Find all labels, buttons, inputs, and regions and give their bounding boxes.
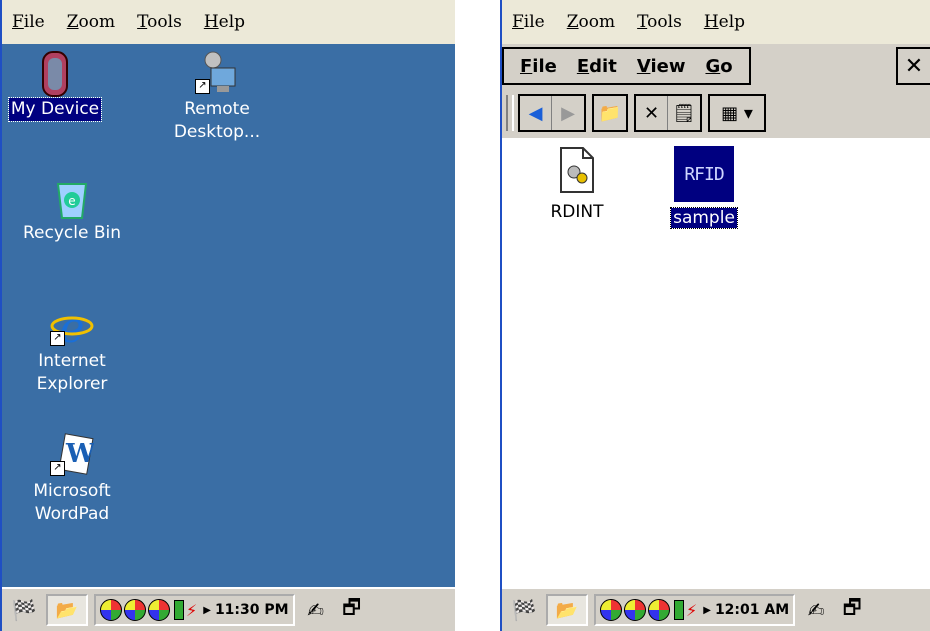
menu-go[interactable]: Go bbox=[705, 56, 732, 77]
system-tray: ⚡ ▶ 12:01 AM bbox=[594, 594, 796, 626]
desktop-icon-label: Microsoft WordPad bbox=[33, 481, 111, 524]
start-button[interactable]: 🏁 bbox=[6, 594, 42, 626]
input-panel-icon[interactable]: ✍ bbox=[801, 595, 831, 625]
tray-status-icon[interactable] bbox=[100, 599, 122, 621]
desktop-icon-internet-explorer[interactable]: e ↗ Internet Explorer bbox=[7, 302, 137, 396]
delete-button[interactable]: ✕ bbox=[636, 96, 668, 130]
folder-icon: 📂 bbox=[55, 599, 79, 621]
task-button-explorer[interactable]: 📂 bbox=[546, 594, 588, 626]
tray-status-icon[interactable] bbox=[624, 599, 646, 621]
input-panel-icon[interactable]: ✍ bbox=[301, 595, 331, 625]
windows-flag-icon: 🏁 bbox=[11, 598, 37, 622]
wordpad-icon: W ↗ bbox=[50, 432, 96, 476]
emu-menu-tools[interactable]: Tools bbox=[637, 12, 682, 32]
power-bolt-icon: ⚡ bbox=[186, 600, 198, 620]
desktop-icon-recycle-bin[interactable]: e Recycle Bin bbox=[7, 174, 137, 245]
forward-button[interactable]: ▶ bbox=[552, 96, 584, 130]
shortcut-arrow-icon: ↗ bbox=[50, 461, 65, 476]
show-desktop-icon[interactable]: 🗗 bbox=[837, 595, 867, 625]
device-explorer-screen: File Zoom Tools Help File Edit View Go ✕… bbox=[500, 0, 930, 631]
clock[interactable]: 12:01 AM bbox=[715, 602, 789, 618]
explorer-toolbar: ◀ ▶ 📁 ✕ 🗒 ▦ ▾ bbox=[502, 88, 930, 138]
tray-expand-arrow-icon[interactable]: ▶ bbox=[203, 605, 211, 616]
delete-icon: ✕ bbox=[643, 102, 660, 124]
file-item-rdint[interactable]: RDINT bbox=[522, 146, 632, 222]
my-device-icon bbox=[33, 50, 77, 97]
close-button[interactable]: ✕ bbox=[896, 47, 930, 85]
forward-arrow-icon: ▶ bbox=[561, 102, 575, 124]
battery-icon[interactable] bbox=[674, 600, 684, 620]
tray-status-icon[interactable] bbox=[600, 599, 622, 621]
views-icon: ▦ ▾ bbox=[721, 102, 753, 124]
desktop-icon-my-device[interactable]: My Device bbox=[0, 50, 120, 122]
up-folder-icon: 📁 bbox=[598, 102, 622, 124]
file-list: RDINT RFID sample bbox=[502, 138, 930, 587]
file-name: sample bbox=[670, 207, 738, 229]
views-button-group: ▦ ▾ bbox=[708, 94, 766, 132]
emu-menu-help[interactable]: Help bbox=[204, 12, 245, 32]
desktop-icon-remote-desktop[interactable]: ↗ Remote Desktop... bbox=[152, 50, 282, 144]
views-dropdown-button[interactable]: ▦ ▾ bbox=[710, 96, 764, 130]
device-desktop-screen: File Zoom Tools Help My Device ↗ Remote … bbox=[0, 0, 455, 631]
svg-text:W: W bbox=[65, 439, 94, 469]
up-button-group: 📁 bbox=[592, 94, 628, 132]
tray-status-icon[interactable] bbox=[148, 599, 170, 621]
desktop-icon-label: Remote Desktop... bbox=[173, 99, 261, 142]
emulator-menu-bar: File Zoom Tools Help bbox=[2, 0, 455, 44]
system-tray: ⚡ ▶ 11:30 PM bbox=[94, 594, 295, 626]
svg-text:e: e bbox=[68, 194, 75, 208]
emu-menu-file[interactable]: File bbox=[512, 12, 545, 32]
emu-menu-zoom[interactable]: Zoom bbox=[67, 12, 115, 32]
emulator-menu-bar: File Zoom Tools Help bbox=[502, 0, 930, 44]
shortcut-arrow-icon: ↗ bbox=[50, 331, 65, 346]
edit-button-group: ✕ 🗒 bbox=[634, 94, 702, 132]
back-arrow-icon: ◀ bbox=[528, 102, 543, 124]
emu-menu-help[interactable]: Help bbox=[704, 12, 745, 32]
power-bolt-icon: ⚡ bbox=[686, 600, 698, 620]
explorer-menu-bar: File Edit View Go ✕ bbox=[502, 44, 930, 88]
clock[interactable]: 11:30 PM bbox=[215, 602, 289, 618]
close-icon: ✕ bbox=[904, 53, 924, 79]
internet-explorer-icon: e ↗ bbox=[50, 302, 94, 352]
task-button-explorer[interactable]: 📂 bbox=[46, 594, 88, 626]
shortcut-arrow-icon: ↗ bbox=[195, 79, 210, 94]
tray-status-icon[interactable] bbox=[648, 599, 670, 621]
taskbar: 🏁 📂 ⚡ ▶ 11:30 PM ✍ 🗗 bbox=[2, 587, 455, 631]
menu-edit[interactable]: Edit bbox=[577, 56, 617, 77]
menu-file[interactable]: File bbox=[520, 56, 557, 77]
nav-button-group: ◀ ▶ bbox=[518, 94, 586, 132]
rfid-file-icon: RFID bbox=[674, 146, 734, 202]
desktop-icon-label: My Device bbox=[7, 97, 103, 122]
folder-icon: 📂 bbox=[555, 599, 579, 621]
properties-icon: 🗒 bbox=[672, 102, 696, 124]
up-folder-button[interactable]: 📁 bbox=[594, 96, 626, 130]
menu-view[interactable]: View bbox=[637, 56, 686, 77]
show-desktop-icon[interactable]: 🗗 bbox=[337, 595, 367, 625]
recycle-bin-icon: e bbox=[50, 174, 94, 219]
explorer-menu: File Edit View Go bbox=[502, 47, 751, 85]
emu-menu-file[interactable]: File bbox=[12, 12, 45, 32]
tray-expand-arrow-icon[interactable]: ▶ bbox=[703, 605, 711, 616]
remote-desktop-icon: ↗ bbox=[195, 50, 239, 94]
windows-flag-icon: 🏁 bbox=[511, 598, 537, 622]
desktop: My Device ↗ Remote Desktop... e Recycle … bbox=[2, 44, 455, 587]
desktop-icon-label: Internet Explorer bbox=[36, 351, 108, 394]
file-item-sample[interactable]: RFID sample bbox=[649, 146, 759, 229]
tray-status-icon[interactable] bbox=[124, 599, 146, 621]
desktop-icon-wordpad[interactable]: W ↗ Microsoft WordPad bbox=[7, 432, 137, 526]
emu-menu-tools[interactable]: Tools bbox=[137, 12, 182, 32]
battery-icon[interactable] bbox=[174, 600, 184, 620]
settings-file-icon bbox=[559, 146, 595, 194]
file-name: RDINT bbox=[550, 202, 604, 222]
desktop-icon-label: Recycle Bin bbox=[22, 223, 121, 243]
properties-button[interactable]: 🗒 bbox=[668, 96, 700, 130]
back-button[interactable]: ◀ bbox=[520, 96, 552, 130]
toolbar-grip[interactable] bbox=[506, 95, 514, 131]
taskbar: 🏁 📂 ⚡ ▶ 12:01 AM ✍ 🗗 bbox=[502, 587, 930, 631]
emu-menu-zoom[interactable]: Zoom bbox=[567, 12, 615, 32]
start-button[interactable]: 🏁 bbox=[506, 594, 542, 626]
